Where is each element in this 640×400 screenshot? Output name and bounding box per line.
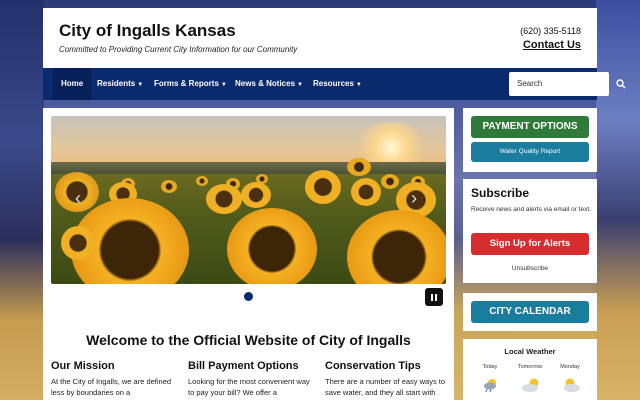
site-tagline: Committed to Providing Current City Info… [59, 45, 298, 54]
city-calendar-button[interactable]: CITY CALENDAR [471, 301, 589, 323]
partly-cloudy-icon [522, 378, 539, 392]
payment-box: PAYMENT OPTIONS Water Quality Report [463, 108, 597, 172]
weather-widget: Local Weather Today Tomorrow Monday [463, 339, 597, 400]
slide-indicator-dot[interactable] [244, 292, 253, 301]
bill-payment-column: Bill Payment Options Looking for the mos… [188, 360, 316, 398]
nav-item-forms-reports[interactable]: Forms & Reports ▼ [146, 68, 235, 100]
nav-item-news-notices[interactable]: News & Notices ▼ [227, 68, 311, 100]
main-navigation: Home Residents ▼ Forms & Reports ▼ News & … [43, 68, 626, 100]
search-button[interactable] [609, 72, 633, 96]
site-title[interactable]: City of Ingalls Kansas [59, 21, 236, 41]
conservation-text: There are a number of easy ways to save … [325, 377, 446, 397]
caret-down-icon: ▼ [220, 82, 227, 88]
calendar-box: CITY CALENDAR [463, 293, 597, 331]
subscribe-box: Subscribe Receive news and alerts via em… [463, 179, 597, 283]
partly-cloudy-icon [564, 378, 580, 392]
mission-heading[interactable]: Our Mission [51, 360, 179, 372]
weather-title: Local Weather [504, 347, 556, 356]
caret-down-icon: ▼ [297, 82, 303, 88]
welcome-heading: Welcome to the Official Website of City … [86, 332, 411, 348]
next-slide-arrow-icon[interactable]: › [411, 188, 417, 209]
partly-cloudy-rain-icon [484, 379, 496, 393]
conservation-column: Conservation Tips There are a number of … [325, 360, 453, 398]
phone-number: (620) 335-5118 [520, 26, 581, 36]
subscribe-heading: Subscribe [471, 186, 530, 200]
mission-text: At the City of Ingalls, we are defined l… [51, 377, 172, 397]
unsubscribe-link[interactable]: Unsubscribe [463, 265, 597, 272]
site-header: City of Ingalls Kansas Committed to Prov… [43, 8, 597, 68]
weather-day-tomorrow: Tomorrow [517, 364, 543, 370]
pause-icon [431, 293, 433, 301]
nav-item-home[interactable]: Home [53, 68, 92, 100]
background-storm-left [0, 0, 44, 400]
hero-slideshow-image: ‹ › [51, 116, 446, 284]
bill-payment-text: Looking for the most convenient way to p… [188, 377, 310, 397]
nav-item-resources[interactable]: Resources ▼ [305, 68, 370, 100]
sign-up-alerts-button[interactable]: Sign Up for Alerts [471, 233, 589, 255]
pause-slideshow-button[interactable] [425, 288, 443, 306]
contact-us-link[interactable]: Contact Us [523, 39, 581, 51]
caret-down-icon: ▼ [137, 82, 144, 88]
water-quality-report-button[interactable]: Water Quality Report [471, 142, 589, 162]
weather-day-today: Today [482, 364, 498, 370]
bill-payment-heading[interactable]: Bill Payment Options [188, 360, 316, 372]
main-content: ‹ › Welcome to the Official Website of C… [43, 108, 454, 400]
previous-slide-arrow-icon[interactable]: ‹ [75, 188, 81, 209]
background-storm-right [596, 0, 640, 400]
weather-day-monday: Monday [560, 364, 580, 370]
nav-item-residents[interactable]: Residents ▼ [89, 68, 151, 100]
caret-down-icon: ▼ [355, 82, 362, 88]
conservation-heading[interactable]: Conservation Tips [325, 360, 453, 372]
search-icon [616, 79, 626, 89]
search-input[interactable] [509, 72, 609, 96]
mission-column: Our Mission At the City of Ingalls, we a… [51, 360, 179, 398]
payment-options-button[interactable]: PAYMENT OPTIONS [471, 116, 589, 138]
subscribe-description: Receive news and alerts via email or tex… [471, 206, 591, 213]
